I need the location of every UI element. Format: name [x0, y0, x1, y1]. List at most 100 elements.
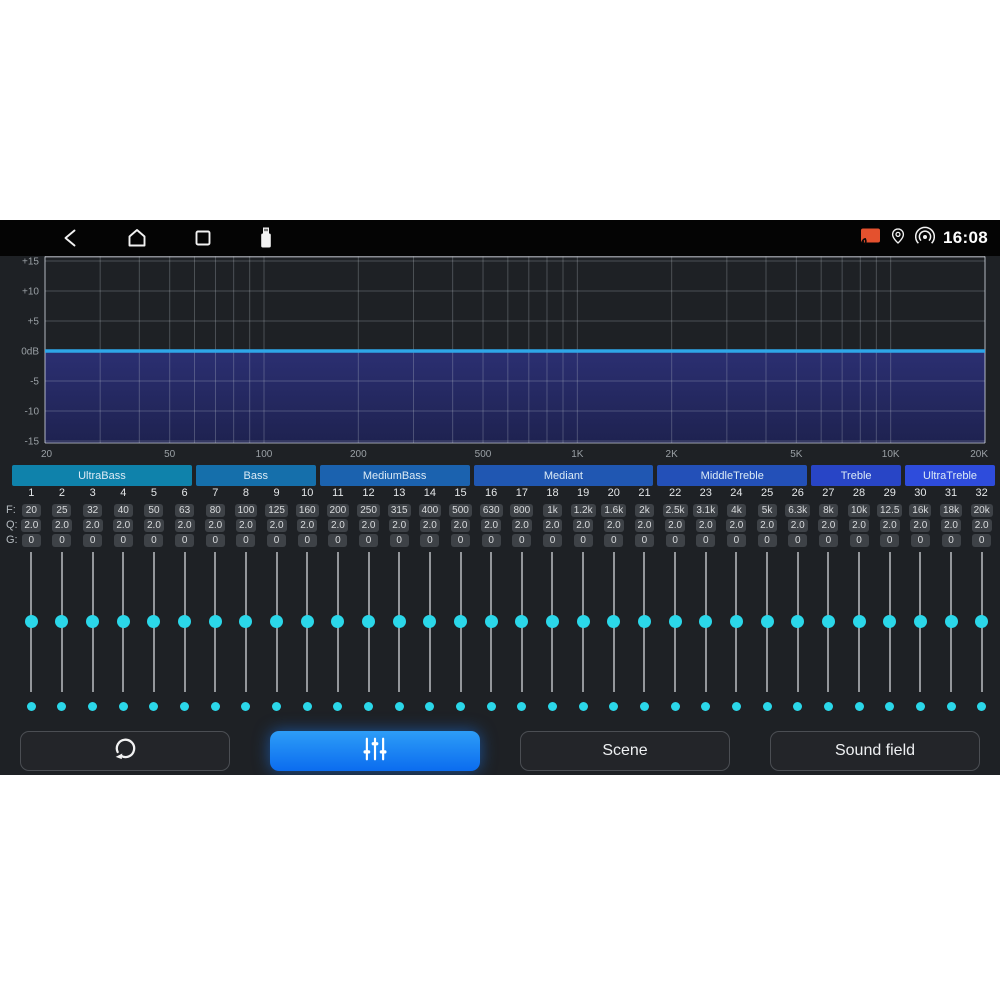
q-value-chip[interactable]: 2.0 [910, 519, 930, 532]
slider-knob[interactable] [730, 615, 743, 628]
q-value-chip[interactable]: 2.0 [635, 519, 655, 532]
f-value-chip[interactable]: 16k [909, 504, 931, 517]
g-value-chip[interactable]: 0 [635, 534, 654, 547]
slider-knob[interactable] [546, 615, 559, 628]
f-value-chip[interactable]: 800 [510, 504, 533, 517]
slider-knob[interactable] [117, 615, 130, 628]
gain-slider[interactable] [629, 550, 660, 695]
slider-knob[interactable] [699, 615, 712, 628]
q-value-chip[interactable]: 2.0 [757, 519, 777, 532]
g-value-chip[interactable]: 0 [52, 534, 71, 547]
slider-knob[interactable] [25, 615, 38, 628]
gain-slider[interactable] [77, 550, 108, 695]
slider-knob[interactable] [362, 615, 375, 628]
g-value-chip[interactable]: 0 [696, 534, 715, 547]
home-icon[interactable] [126, 227, 148, 249]
q-value-chip[interactable]: 2.0 [849, 519, 869, 532]
f-value-chip[interactable]: 125 [265, 504, 288, 517]
slider-knob[interactable] [147, 615, 160, 628]
gain-slider[interactable] [16, 550, 47, 695]
gain-slider[interactable] [660, 550, 691, 695]
slider-knob[interactable] [393, 615, 406, 628]
f-value-chip[interactable]: 500 [449, 504, 472, 517]
slider-knob[interactable] [914, 615, 927, 628]
g-value-chip[interactable]: 0 [420, 534, 439, 547]
f-value-chip[interactable]: 4k [727, 504, 746, 517]
g-value-chip[interactable]: 0 [298, 534, 317, 547]
gain-slider[interactable] [323, 550, 354, 695]
g-value-chip[interactable]: 0 [512, 534, 531, 547]
slider-knob[interactable] [822, 615, 835, 628]
gain-slider[interactable] [476, 550, 507, 695]
back-icon[interactable] [60, 227, 82, 249]
g-value-chip[interactable]: 0 [390, 534, 409, 547]
scene-button[interactable]: Scene [520, 731, 730, 771]
slider-knob[interactable] [761, 615, 774, 628]
gain-slider[interactable] [108, 550, 139, 695]
q-value-chip[interactable]: 2.0 [175, 519, 195, 532]
gain-slider[interactable] [721, 550, 752, 695]
gain-slider[interactable] [445, 550, 476, 695]
slider-knob[interactable] [209, 615, 222, 628]
f-value-chip[interactable]: 315 [388, 504, 411, 517]
q-value-chip[interactable]: 2.0 [972, 519, 992, 532]
q-value-chip[interactable]: 2.0 [481, 519, 501, 532]
g-value-chip[interactable]: 0 [850, 534, 869, 547]
f-value-chip[interactable]: 400 [419, 504, 442, 517]
g-value-chip[interactable]: 0 [788, 534, 807, 547]
f-value-chip[interactable]: 200 [327, 504, 350, 517]
g-value-chip[interactable]: 0 [328, 534, 347, 547]
gain-slider[interactable] [874, 550, 905, 695]
f-value-chip[interactable]: 160 [296, 504, 319, 517]
slider-knob[interactable] [577, 615, 590, 628]
gain-slider[interactable] [966, 550, 997, 695]
q-value-chip[interactable]: 2.0 [83, 519, 103, 532]
g-value-chip[interactable]: 0 [114, 534, 133, 547]
q-value-chip[interactable]: 2.0 [604, 519, 624, 532]
g-value-chip[interactable]: 0 [758, 534, 777, 547]
g-value-chip[interactable]: 0 [482, 534, 501, 547]
gain-slider[interactable] [47, 550, 78, 695]
slider-knob[interactable] [791, 615, 804, 628]
slider-knob[interactable] [239, 615, 252, 628]
g-value-chip[interactable]: 0 [206, 534, 225, 547]
q-value-chip[interactable]: 2.0 [726, 519, 746, 532]
q-value-chip[interactable]: 2.0 [236, 519, 256, 532]
g-value-chip[interactable]: 0 [144, 534, 163, 547]
gain-slider[interactable] [598, 550, 629, 695]
slider-knob[interactable] [301, 615, 314, 628]
g-value-chip[interactable]: 0 [972, 534, 991, 547]
f-value-chip[interactable]: 2k [635, 504, 654, 517]
f-value-chip[interactable]: 12.5 [877, 504, 902, 517]
gain-slider[interactable] [690, 550, 721, 695]
gain-slider[interactable] [139, 550, 170, 695]
slider-knob[interactable] [86, 615, 99, 628]
q-value-chip[interactable]: 2.0 [144, 519, 164, 532]
q-value-chip[interactable]: 2.0 [941, 519, 961, 532]
gain-slider[interactable] [936, 550, 967, 695]
f-value-chip[interactable]: 20 [22, 504, 41, 517]
q-value-chip[interactable]: 2.0 [420, 519, 440, 532]
q-value-chip[interactable]: 2.0 [451, 519, 471, 532]
g-value-chip[interactable]: 0 [880, 534, 899, 547]
slider-knob[interactable] [638, 615, 651, 628]
g-value-chip[interactable]: 0 [175, 534, 194, 547]
gain-slider[interactable] [752, 550, 783, 695]
f-value-chip[interactable]: 80 [206, 504, 225, 517]
f-value-chip[interactable]: 63 [175, 504, 194, 517]
gain-slider[interactable] [169, 550, 200, 695]
slider-knob[interactable] [55, 615, 68, 628]
slider-knob[interactable] [883, 615, 896, 628]
gain-slider[interactable] [384, 550, 415, 695]
gain-slider[interactable] [782, 550, 813, 695]
q-value-chip[interactable]: 2.0 [665, 519, 685, 532]
g-value-chip[interactable]: 0 [451, 534, 470, 547]
q-value-chip[interactable]: 2.0 [328, 519, 348, 532]
f-value-chip[interactable]: 6.3k [785, 504, 810, 517]
slider-knob[interactable] [975, 615, 988, 628]
gain-slider[interactable] [415, 550, 446, 695]
f-value-chip[interactable]: 1.6k [601, 504, 626, 517]
f-value-chip[interactable]: 40 [114, 504, 133, 517]
g-value-chip[interactable]: 0 [359, 534, 378, 547]
f-value-chip[interactable]: 1k [543, 504, 562, 517]
